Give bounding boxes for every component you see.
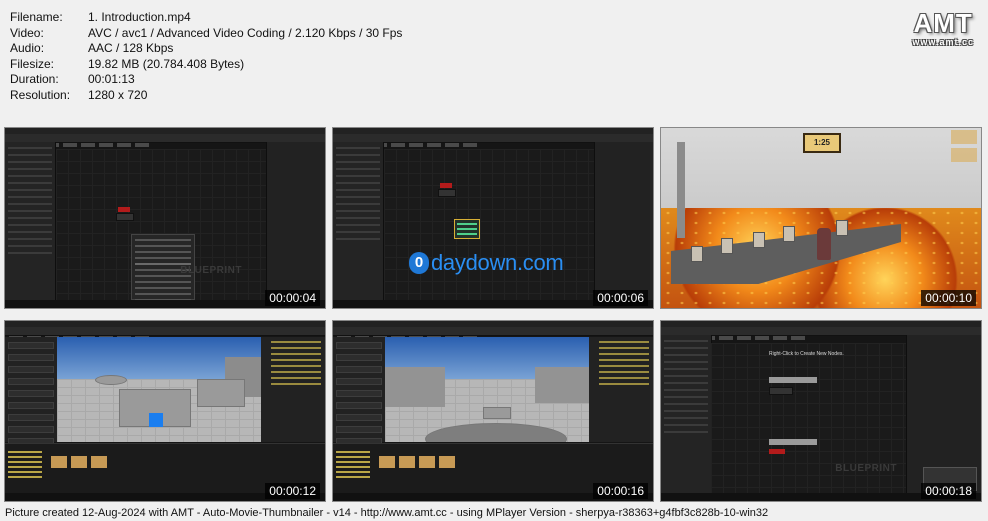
selected-node [454, 219, 480, 239]
components-panel [661, 335, 712, 495]
level-block [483, 407, 511, 419]
level-viewport[interactable] [57, 337, 263, 442]
level-wall [385, 367, 445, 407]
blue-cube [149, 413, 163, 427]
thumbnail-6[interactable]: BLUEPRINT Right-Click to Create New Node… [660, 320, 982, 502]
graph-hint: Right-Click to Create New Nodes. [769, 351, 844, 357]
folder-icon [91, 456, 107, 468]
daydown-text: daydown.com [431, 250, 564, 275]
meta-row-video: Video: AVC / avc1 / Advanced Video Codin… [10, 26, 402, 42]
details-panel [266, 142, 325, 302]
timestamp: 00:00:18 [921, 483, 976, 499]
meta-key: Filesize: [10, 56, 55, 71]
meta-value: 00:01:13 [88, 72, 135, 87]
timestamp: 00:00:10 [921, 290, 976, 306]
meta-key: Resolution: [10, 87, 71, 102]
logo-url: www.amt.cc [912, 37, 974, 47]
event-node-header [769, 449, 785, 454]
event-node-header [440, 183, 452, 188]
meta-row-filename: Filename: 1. Introduction.mp4 [10, 10, 402, 26]
crate [783, 226, 795, 242]
thumbnail-5[interactable]: 00:00:16 [332, 320, 654, 502]
crate [753, 232, 765, 248]
blueprint-watermark: BLUEPRINT [180, 265, 242, 276]
folder-icon [399, 456, 415, 468]
meta-value: AAC / 128 Kbps [88, 41, 174, 56]
hud-element [951, 130, 977, 144]
thumbnail-3[interactable]: 1:25 00:00:10 [660, 127, 982, 309]
level-block [197, 379, 245, 407]
meta-key: Audio: [10, 41, 45, 56]
blueprint-watermark: BLUEPRINT [835, 463, 897, 474]
meta-row-audio: Audio: AAC / 128 Kbps [10, 41, 402, 57]
timestamp: 00:00:04 [265, 290, 320, 306]
footer-credit: Picture created 12-Aug-2024 with AMT - A… [5, 507, 769, 519]
folder-tree [333, 448, 373, 478]
event-graph [384, 149, 596, 302]
timestamp: 00:00:06 [593, 290, 648, 306]
folder-icon [379, 456, 395, 468]
meta-row-resolution: Resolution: 1280 x 720 [10, 88, 402, 104]
level-wall [535, 367, 591, 403]
timer-sign: 1:25 [803, 133, 841, 153]
stone-pillar [677, 142, 685, 238]
meta-value: AVC / avc1 / Advanced Video Coding / 2.1… [88, 25, 403, 40]
daydown-icon: 0 [409, 252, 429, 274]
timestamp: 00:00:16 [593, 483, 648, 499]
thumbnail-2[interactable]: 0 daydown.com 00:00:06 [332, 127, 654, 309]
meta-key: Video: [10, 25, 44, 40]
daydown-watermark: 0 daydown.com [409, 250, 564, 276]
event-graph: BLUEPRINT [56, 149, 268, 302]
logo-mark: AMT [913, 8, 973, 38]
thumbnail-4[interactable]: 00:00:12 [4, 320, 326, 502]
folder-icon [419, 456, 435, 468]
crate [721, 238, 733, 254]
comment-node [769, 377, 817, 383]
player-character [817, 228, 831, 260]
level-viewport[interactable] [385, 337, 591, 442]
file-metadata: Filename: 1. Introduction.mp4 Video: AVC… [10, 10, 402, 104]
thumbnail-1[interactable]: BLUEPRINT 00:00:04 [4, 127, 326, 309]
outliner-panel [589, 337, 653, 442]
event-graph: BLUEPRINT [711, 343, 907, 496]
comment-node [769, 439, 817, 445]
meta-row-filesize: Filesize: 19.82 MB (20.784.408 Bytes) [10, 57, 402, 73]
folder-icon [439, 456, 455, 468]
timestamp: 00:00:12 [265, 483, 320, 499]
place-actors-panel [5, 337, 57, 445]
event-node-body [116, 213, 134, 221]
components-panel [5, 142, 56, 302]
folder-icon [51, 456, 67, 468]
meta-value: 19.82 MB (20.784.408 Bytes) [88, 56, 245, 71]
details-panel [594, 142, 653, 302]
meta-value: 1. Introduction.mp4 [88, 10, 191, 24]
crate [691, 246, 703, 262]
meta-value: 1280 x 720 [88, 87, 148, 102]
editor-toolbar [5, 327, 325, 340]
folder-tree [5, 448, 45, 478]
amt-logo: AMT www.amt.cc [912, 8, 974, 47]
meta-key: Filename: [10, 10, 63, 24]
outliner-panel [261, 337, 325, 442]
components-panel [333, 142, 384, 302]
event-node-body [769, 387, 793, 395]
level-platform [95, 375, 127, 385]
place-actors-panel [333, 337, 385, 445]
editor-toolbar [333, 327, 653, 340]
event-node-header [118, 207, 130, 212]
crate [836, 220, 848, 236]
event-node-body [438, 189, 456, 197]
meta-key: Duration: [10, 72, 59, 87]
meta-row-duration: Duration: 00:01:13 [10, 72, 402, 88]
hud-element [951, 148, 977, 162]
folder-icon [71, 456, 87, 468]
